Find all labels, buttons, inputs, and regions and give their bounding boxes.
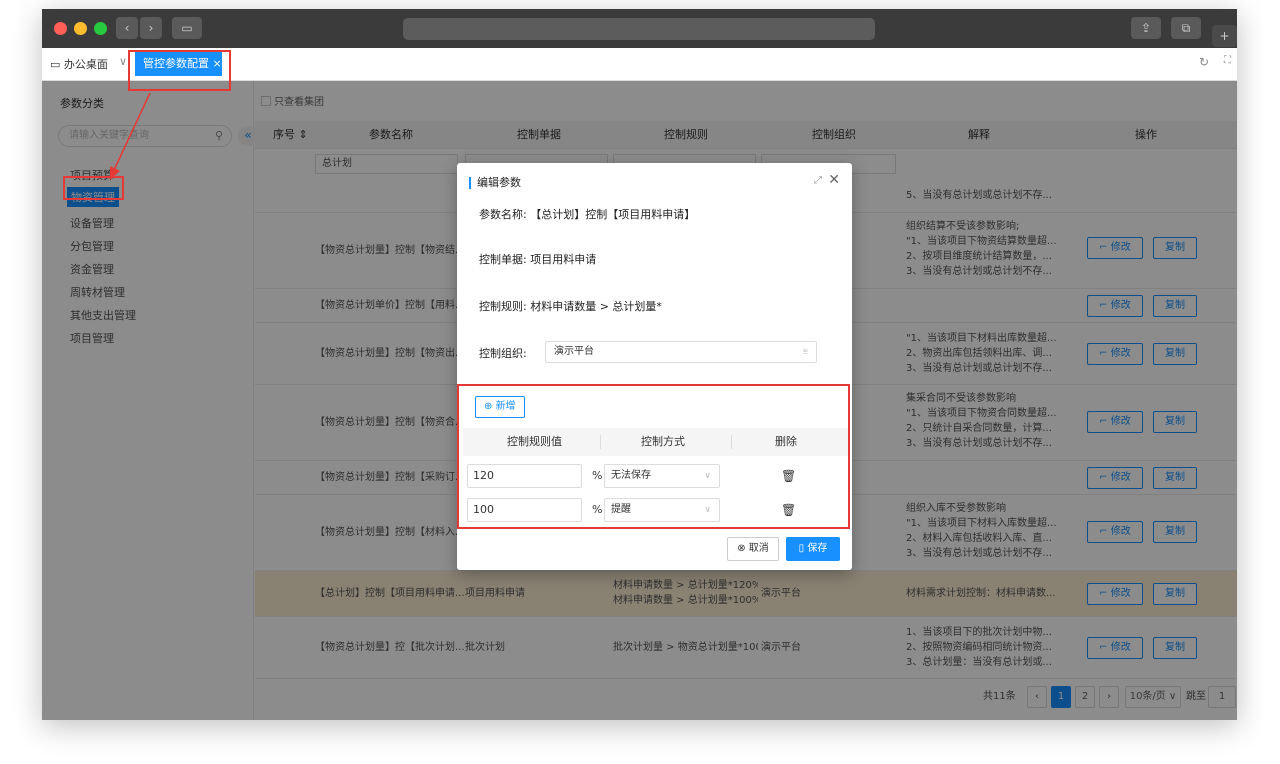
percent-label: % xyxy=(592,503,603,516)
close-icon[interactable]: ✕ xyxy=(828,172,840,188)
save-label: 保存 xyxy=(807,543,828,554)
close-dot[interactable] xyxy=(54,22,67,35)
col-divider xyxy=(731,435,732,449)
save-button[interactable]: ▯ 保存 xyxy=(786,537,840,561)
cancel-button[interactable]: ⊗ 取消 xyxy=(727,537,779,561)
trash-icon[interactable]: 🗑 xyxy=(781,498,796,522)
new-tab-icon[interactable]: + xyxy=(1212,25,1237,47)
filter-icon: ⩸ xyxy=(802,347,808,357)
rule-values-section: ⊕ 新增 控制规则值 控制方式 删除 120 % 无法保存 ∨ 🗑 100 % … xyxy=(457,384,850,529)
sidebar-toggle-icon[interactable]: ▭ xyxy=(172,17,202,39)
chevron-down-icon: ∨ xyxy=(704,505,711,515)
cancel-label: 取消 xyxy=(748,543,769,554)
edit-param-dialog: 编辑参数 ⤢ ✕ 参数名称: 【总计划】控制【项目用料申请】 控制单据: 项目用… xyxy=(457,163,852,570)
control-doc-label: 控制单据: xyxy=(479,253,527,266)
chevron-down-icon[interactable]: ∨ xyxy=(119,55,127,68)
monitor-icon: ▭ xyxy=(50,58,61,71)
control-doc-value: 项目用料申请 xyxy=(530,253,597,266)
minimize-dot[interactable] xyxy=(74,22,87,35)
control-rule-line: 控制规则: 材料申请数量 > 总计划量* xyxy=(479,298,662,314)
param-name-line: 参数名称: 【总计划】控制【项目用料申请】 xyxy=(479,206,695,222)
chevron-down-icon: ∨ xyxy=(704,471,711,481)
col-rule-value: 控制规则值 xyxy=(507,435,562,448)
zoom-dot[interactable] xyxy=(94,22,107,35)
control-mode-value: 无法保存 xyxy=(611,470,651,481)
rule-table-header: 控制规则值 控制方式 删除 xyxy=(463,428,848,456)
trash-icon[interactable]: 🗑 xyxy=(781,464,796,488)
control-mode-select[interactable]: 无法保存 ∨ xyxy=(604,464,720,488)
back-button[interactable]: ‹ xyxy=(116,17,138,39)
address-bar[interactable] xyxy=(403,18,875,40)
percent-label: % xyxy=(592,469,603,482)
add-rule-label: 新增 xyxy=(495,401,516,412)
col-divider xyxy=(600,435,601,449)
add-rule-button[interactable]: ⊕ 新增 xyxy=(475,396,525,418)
forward-button[interactable]: › xyxy=(140,17,162,39)
col-delete: 删除 xyxy=(775,435,797,448)
title-bar: ‹ › ▭ ⇪ ⧉ + xyxy=(42,9,1237,48)
col-control-mode: 控制方式 xyxy=(641,435,685,448)
annotation-box-tab xyxy=(128,50,231,91)
share-icon[interactable]: ⇪ xyxy=(1131,17,1161,39)
dialog-title: 编辑参数 xyxy=(469,177,521,189)
control-org-label: 控制组织: xyxy=(479,347,527,360)
control-mode-value: 提醒 xyxy=(611,504,631,515)
refresh-icon[interactable]: ↻ xyxy=(1199,55,1209,69)
control-rule-label: 控制规则: xyxy=(479,300,527,313)
control-org-select[interactable]: 演示平台 ⩸ xyxy=(545,341,817,363)
rule-value-input[interactable]: 120 xyxy=(467,464,582,488)
tabs-icon[interactable]: ⧉ xyxy=(1171,17,1201,39)
rule-value-input[interactable]: 100 xyxy=(467,498,582,522)
control-mode-select[interactable]: 提醒 ∨ xyxy=(604,498,720,522)
annotation-box-sidebar xyxy=(63,176,124,200)
param-name-label: 参数名称: xyxy=(479,208,527,221)
fullscreen-icon[interactable]: ⛶ xyxy=(1224,55,1231,66)
control-rule-value: 材料申请数量 > 总计划量* xyxy=(530,300,662,313)
control-doc-line: 控制单据: 项目用料申请 xyxy=(479,251,596,267)
tab-home[interactable]: ▭ 办公桌面 xyxy=(50,56,108,72)
param-name-value: 【总计划】控制【项目用料申请】 xyxy=(530,208,696,221)
tab-home-label: 办公桌面 xyxy=(63,58,108,71)
expand-icon[interactable]: ⤢ xyxy=(814,175,822,186)
control-org-value: 演示平台 xyxy=(554,346,594,357)
